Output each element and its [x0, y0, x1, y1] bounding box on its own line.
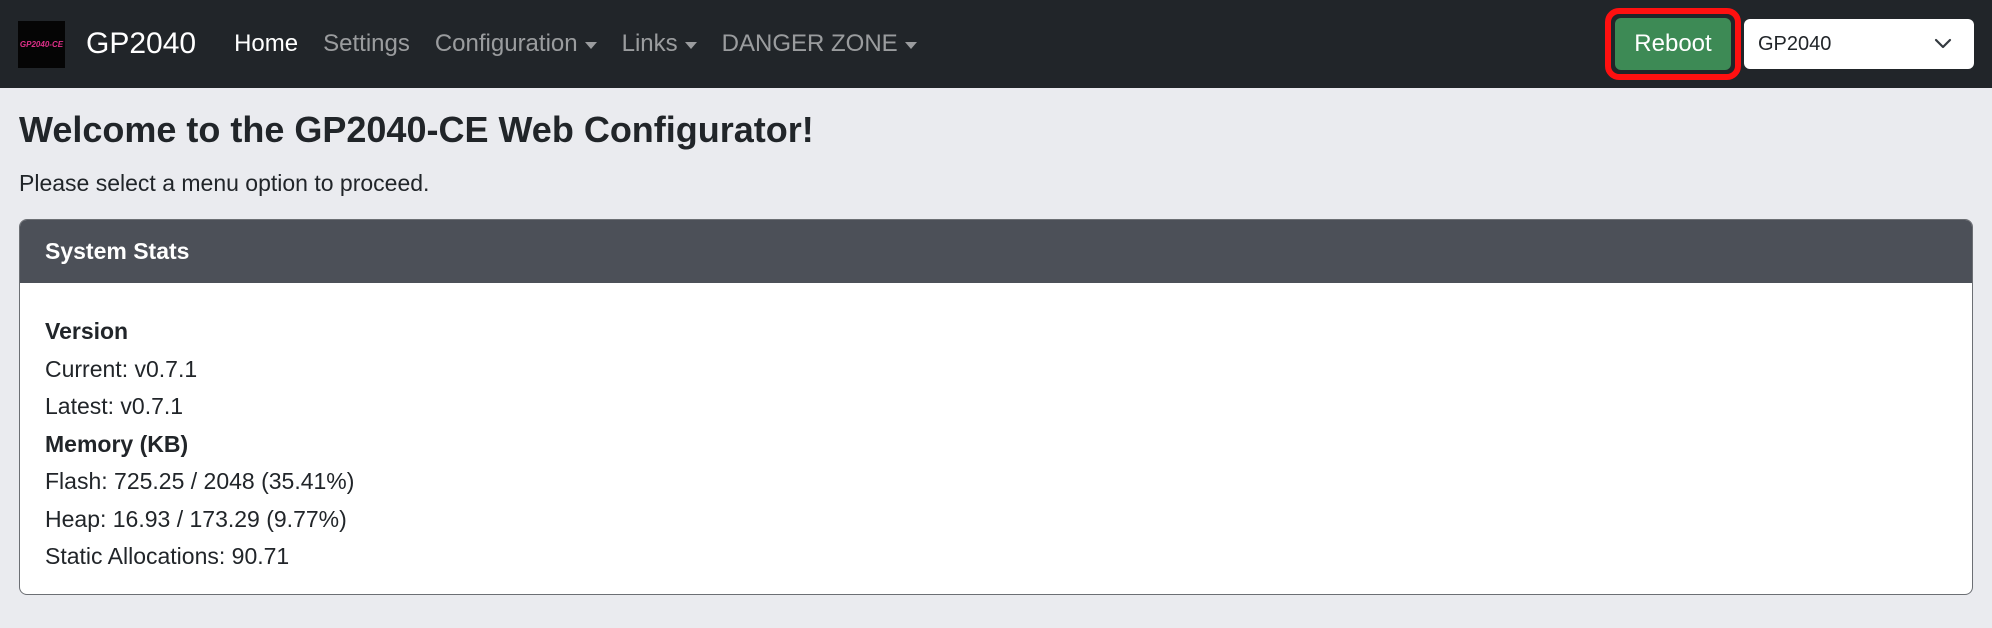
system-stats-card: System Stats Version Current: v0.7.1 Lat… — [19, 219, 1973, 595]
mode-select[interactable]: GP2040 — [1744, 19, 1974, 69]
nav-links-dropdown[interactable]: Links — [622, 30, 697, 58]
brand-name[interactable]: GP2040 — [86, 27, 196, 61]
memory-heading: Memory (KB) — [45, 430, 189, 457]
nav-danger-zone-label: DANGER ZONE — [721, 30, 898, 57]
current-version: Current: v0.7.1 — [45, 355, 198, 382]
caret-down-icon — [904, 41, 917, 49]
main-content: Welcome to the GP2040-CE Web Configurato… — [0, 109, 1992, 595]
caret-down-icon — [684, 41, 697, 49]
nav-links-label: Links — [621, 30, 678, 57]
reboot-highlight: Reboot — [1605, 8, 1741, 80]
brand-logo[interactable]: GP2040-CE — [18, 20, 65, 68]
mode-select-value: GP2040 — [1758, 32, 1832, 55]
nav-home[interactable]: Home — [234, 30, 298, 58]
card-header: System Stats — [20, 220, 1972, 283]
caret-down-icon — [584, 41, 597, 49]
nav-configuration-label: Configuration — [434, 30, 578, 57]
nav-settings[interactable]: Settings — [323, 30, 410, 58]
latest-version: Latest: v0.7.1 — [45, 393, 184, 419]
nav-home-label: Home — [234, 30, 299, 57]
chevron-down-icon — [1934, 38, 1952, 49]
navbar-right-group: Reboot GP2040 — [1605, 8, 1974, 80]
page-subtitle: Please select a menu option to proceed. — [19, 170, 430, 196]
version-heading: Version — [45, 318, 129, 344]
heap-usage: Heap: 16.93 / 173.29 (9.77%) — [45, 505, 347, 532]
nav-configuration-dropdown[interactable]: Configuration — [435, 30, 597, 58]
flash-usage: Flash: 725.25 / 2048 (35.41%) — [45, 468, 355, 494]
reboot-button[interactable]: Reboot — [1615, 18, 1731, 70]
nav-settings-label: Settings — [323, 30, 410, 57]
static-allocations: Static Allocations: 90.71 — [45, 543, 290, 569]
page-title: Welcome to the GP2040-CE Web Configurato… — [19, 109, 814, 150]
card-body: Version Current: v0.7.1 Latest: v0.7.1 M… — [20, 283, 1972, 576]
nav-danger-zone-dropdown[interactable]: DANGER ZONE — [722, 30, 917, 58]
top-navbar: GP2040-CE GP2040 Home Settings Configura… — [0, 0, 1992, 88]
